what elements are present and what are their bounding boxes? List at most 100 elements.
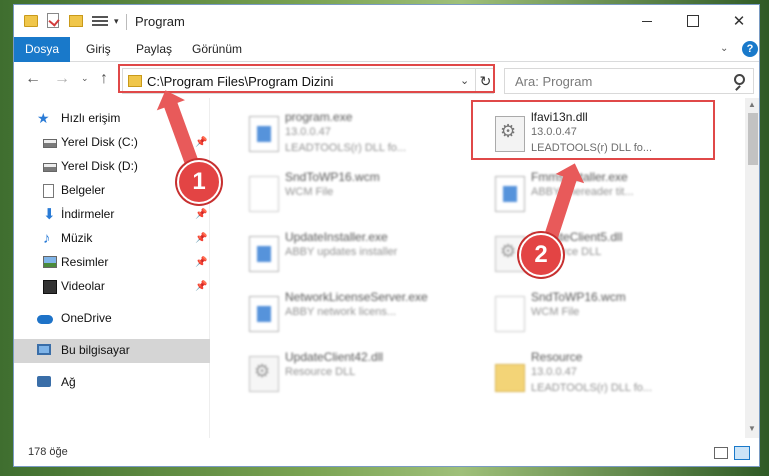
file-highlight-box (471, 100, 715, 160)
close-button[interactable]: ✕ (716, 5, 759, 37)
sidebar-item-label: Ağ (61, 375, 76, 389)
sidebar-item-label: Müzik (61, 231, 93, 245)
sidebar-item-label: Videolar (61, 279, 105, 293)
documents-icon (43, 184, 54, 198)
file-description: ABBY finereader tit... (531, 186, 634, 198)
folder-icon (24, 15, 38, 27)
vertical-scrollbar[interactable]: ▲ ▼ (745, 98, 759, 438)
file-description: ABBY network licens... (285, 306, 397, 318)
scroll-down-icon[interactable]: ▼ (748, 424, 756, 433)
drive-icon (43, 139, 57, 148)
file-type: WCM File (285, 186, 334, 198)
details-view-icon[interactable] (714, 447, 728, 459)
file-name: UpdateClient42.dll (285, 350, 384, 364)
file-name: program.exe (285, 110, 353, 124)
file-item[interactable]: SndToWP16.wcm WCM File (243, 170, 483, 228)
forward-button[interactable]: → (54, 70, 70, 88)
sidebar-item-downloads[interactable]: ⬇ İndirmeler 📌 (14, 203, 210, 227)
tab-file[interactable]: Dosya (14, 37, 70, 62)
file-item[interactable]: UpdateClient42.dll Resource DLL (243, 350, 483, 408)
music-icon: ♪ (43, 230, 51, 247)
search-icon (734, 74, 745, 85)
sidebar-item-label: Bu bilgisayar (61, 343, 130, 357)
exe-icon (249, 116, 279, 152)
file-version: 13.0.0.47 (531, 366, 577, 378)
tab-view[interactable]: Görünüm (182, 37, 252, 62)
sidebar-item-label: Belgeler (61, 183, 106, 197)
file-description: LEADTOOLS(r) DLL fo... (531, 382, 653, 394)
file-item[interactable]: UpdateInstaller.exe ABBY updates install… (243, 230, 483, 288)
file-name: NetworkLicenseServer.exe (285, 290, 428, 304)
file-description: LEADTOOLS(r) DLL fo... (285, 142, 407, 154)
file-item[interactable]: Fmmsinstaller.exe ABBY finereader tit... (489, 170, 729, 228)
sidebar-item-network[interactable]: Ağ (14, 371, 210, 395)
exe-icon (495, 176, 525, 212)
file-name: UpdateInstaller.exe (285, 230, 388, 244)
item-count: 178 öğe (28, 446, 68, 458)
maximize-button[interactable] (670, 5, 716, 37)
scroll-thumb[interactable] (748, 113, 758, 165)
file-item[interactable]: program.exe 13.0.0.47 LEADTOOLS(r) DLL f… (243, 110, 483, 168)
file-description: Resource DLL (285, 366, 356, 378)
tab-share[interactable]: Paylaş (126, 37, 182, 62)
pin-icon: 📌 (195, 137, 208, 148)
minimize-button[interactable] (624, 5, 670, 37)
customize-toolbar-dropdown[interactable]: ▾ (114, 16, 119, 32)
sidebar-item-label: OneDrive (61, 311, 112, 325)
status-bar: 178 öğe (14, 438, 759, 466)
sidebar-item-label: Yerel Disk (C:) (61, 135, 138, 149)
file-item[interactable]: SndToWP16.wcm WCM File (489, 290, 729, 348)
sidebar-item-videos[interactable]: Videolar 📌 (14, 275, 210, 299)
sidebar-item-this-pc[interactable]: Bu bilgisayar (14, 339, 210, 363)
file-name: SndToWP16.wcm (531, 290, 626, 304)
videos-icon (43, 280, 57, 294)
file-name: SndToWP16.wcm (285, 170, 380, 184)
exe-icon (249, 236, 279, 272)
tab-home[interactable]: Giriş (76, 37, 121, 62)
onedrive-icon (37, 315, 53, 324)
new-folder-icon[interactable] (69, 15, 83, 27)
file-type: WCM File (531, 306, 580, 318)
title-separator (126, 14, 127, 30)
document-icon (495, 296, 525, 332)
sidebar-item-pictures[interactable]: Resimler 📌 (14, 251, 210, 275)
ribbon-tabs: Dosya Giriş Paylaş Görünüm ⌄ ? (14, 37, 759, 62)
window-title: Program (135, 14, 185, 29)
file-description: ABBY updates installer (285, 246, 398, 258)
dll-icon (249, 356, 279, 392)
sidebar-item-label: Resimler (61, 255, 109, 269)
document-icon (249, 176, 279, 212)
scroll-up-icon[interactable]: ▲ (748, 100, 756, 109)
up-button[interactable]: ↑ (100, 70, 108, 88)
pin-icon: 📌 (195, 233, 208, 244)
downloads-icon: ⬇ (43, 206, 56, 223)
view-options-icon[interactable] (92, 14, 108, 28)
pin-icon: 📌 (195, 257, 208, 268)
pin-icon: 📌 (195, 281, 208, 292)
exe-icon (249, 296, 279, 332)
file-item[interactable]: Resource 13.0.0.47 LEADTOOLS(r) DLL fo..… (489, 350, 729, 408)
search-placeholder: Ara: Program (515, 74, 593, 89)
sidebar-item-label: Hızlı erişim (61, 111, 121, 125)
drive-icon (43, 163, 57, 172)
computer-icon (37, 344, 51, 355)
large-icons-view-icon[interactable] (734, 446, 750, 460)
back-button[interactable]: ← (25, 70, 41, 88)
folder-icon (495, 364, 525, 392)
file-item[interactable]: NetworkLicenseServer.exe ABBY network li… (243, 290, 483, 348)
pictures-icon (43, 256, 57, 268)
network-icon (37, 376, 51, 387)
search-box[interactable]: Ara: Program (504, 68, 754, 94)
sidebar-item-label: Yerel Disk (D:) (61, 159, 138, 173)
star-icon: ★ (37, 110, 50, 126)
help-icon[interactable]: ? (742, 41, 758, 57)
properties-icon[interactable] (47, 13, 59, 28)
sidebar-item-music[interactable]: ♪ Müzik 📌 (14, 227, 210, 251)
callout-badge-2: 2 (519, 233, 563, 277)
sidebar-item-onedrive[interactable]: OneDrive (14, 307, 210, 331)
callout-badge-1: 1 (177, 160, 221, 204)
expand-ribbon-icon[interactable]: ⌄ (720, 43, 728, 54)
title-bar: ▾ Program ✕ (14, 5, 759, 37)
recent-locations-dropdown[interactable]: ⌄ (81, 73, 89, 84)
sidebar-item-label: İndirmeler (61, 207, 115, 221)
